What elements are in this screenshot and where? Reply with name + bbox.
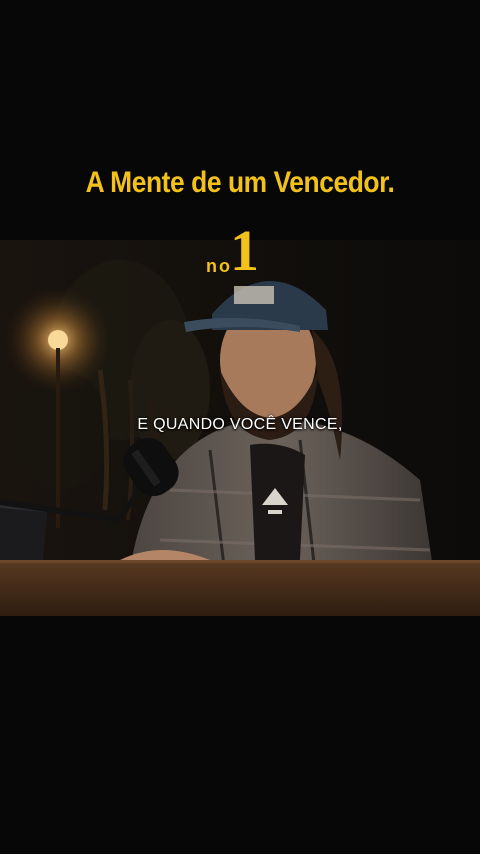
number-one-logo-icon: no 1 [206,222,262,284]
logo-prefix: no [206,256,232,276]
page-title: A Mente de um Vencedor. [85,166,395,199]
video-post-page: A Mente de um Vencedor. no 1 E QUANDO VO… [0,0,480,854]
video-caption: E QUANDO VOCÊ VENCE, [137,416,343,433]
table [0,560,480,616]
logo-number: 1 [230,218,259,283]
